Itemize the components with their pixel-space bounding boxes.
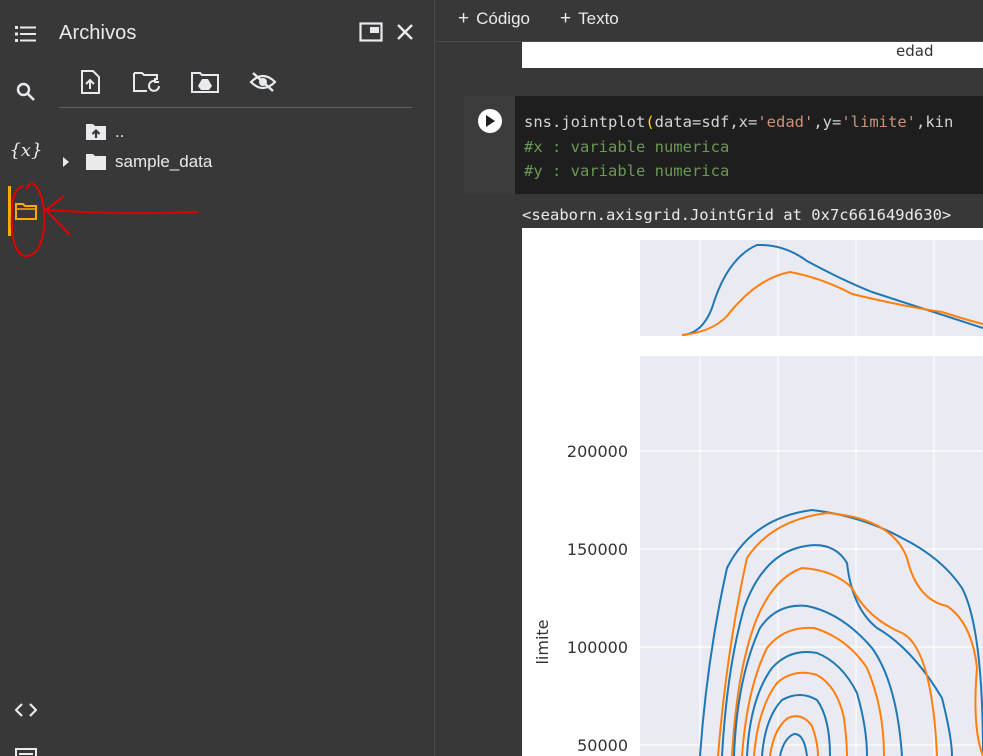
terminal-icon[interactable] — [6, 736, 46, 756]
close-icon[interactable] — [387, 14, 423, 50]
add-text-label: Texto — [578, 9, 619, 28]
tree-item-sample-data[interactable]: sample_data — [59, 148, 212, 176]
plus-icon: + — [458, 8, 470, 29]
code-snippets-icon[interactable] — [6, 690, 46, 730]
jointplot-figure: 200000 150000 100000 50000 limite — [533, 240, 983, 756]
notebook-area: + Código + Texto edad sns.jointplot(data=s… — [436, 0, 983, 756]
add-text-button[interactable]: + Texto — [560, 8, 619, 30]
y-tick-label: 100000 — [567, 638, 628, 657]
code-token: ,y= — [813, 113, 842, 131]
jointplot-output: 200000 150000 100000 50000 limite — [522, 228, 983, 756]
folder-icon — [86, 154, 106, 170]
marginal-panel — [640, 240, 983, 336]
y-tick-label: 50000 — [577, 736, 628, 755]
colab-window: {x} Archivos .. sample_data + Código + T… — [0, 0, 983, 756]
plus-icon: + — [560, 8, 572, 29]
notebook-toolbar: + Código + Texto — [436, 0, 983, 42]
code-token: ,kin — [915, 113, 954, 131]
code-token: sns.jointplot — [524, 113, 646, 131]
code-token: data=sdf,x= — [654, 113, 758, 131]
panel-title: Archivos — [59, 22, 137, 44]
previous-output: edad — [522, 42, 983, 68]
mount-drive-icon[interactable] — [187, 64, 223, 100]
variables-icon[interactable]: {x} — [6, 130, 46, 170]
y-tick-label: 150000 — [567, 540, 628, 559]
tree-item-label: sample_data — [115, 152, 213, 171]
y-tick-label: 200000 — [567, 442, 628, 461]
run-button[interactable] — [478, 109, 502, 133]
open-in-tab-icon[interactable] — [353, 14, 389, 50]
code-token: 'edad' — [757, 113, 814, 131]
code-comment: #x : variable numerica — [524, 137, 730, 156]
code-token: ( — [645, 113, 655, 131]
left-rail: {x} — [0, 0, 52, 756]
table-of-contents-icon[interactable] — [6, 14, 46, 54]
y-axis-label: limite — [533, 619, 552, 664]
cell-gutter — [464, 96, 515, 194]
files-panel: Archivos .. sample_data — [52, 0, 435, 756]
cell-output-text: <seaborn.axisgrid.JointGrid at 0x7c66164… — [522, 206, 952, 224]
upload-icon[interactable] — [72, 64, 108, 100]
previous-xlabel: edad — [896, 42, 934, 60]
add-code-button[interactable]: + Código — [458, 8, 530, 30]
search-icon[interactable] — [6, 72, 46, 112]
tree-item-label: .. — [115, 122, 125, 141]
refresh-folder-icon[interactable] — [129, 64, 165, 100]
y-ticks: 200000 150000 100000 50000 — [567, 442, 628, 755]
expand-arrow-icon[interactable] — [61, 156, 71, 168]
code-token: 'limite' — [841, 113, 916, 131]
files-toolbar — [59, 58, 412, 108]
upward-folder-icon — [86, 124, 106, 140]
hidden-files-icon[interactable] — [245, 64, 281, 100]
add-code-label: Código — [476, 9, 530, 28]
code-editor[interactable]: sns.jointplot(data=sdf,x='edad',y='limit… — [524, 110, 953, 184]
folder-icon[interactable] — [6, 191, 46, 231]
code-cell[interactable]: sns.jointplot(data=sdf,x='edad',y='limit… — [464, 96, 983, 194]
play-icon — [486, 115, 495, 127]
code-comment: #y : variable numerica — [524, 162, 730, 180]
tree-item-parent[interactable]: .. — [59, 118, 124, 146]
